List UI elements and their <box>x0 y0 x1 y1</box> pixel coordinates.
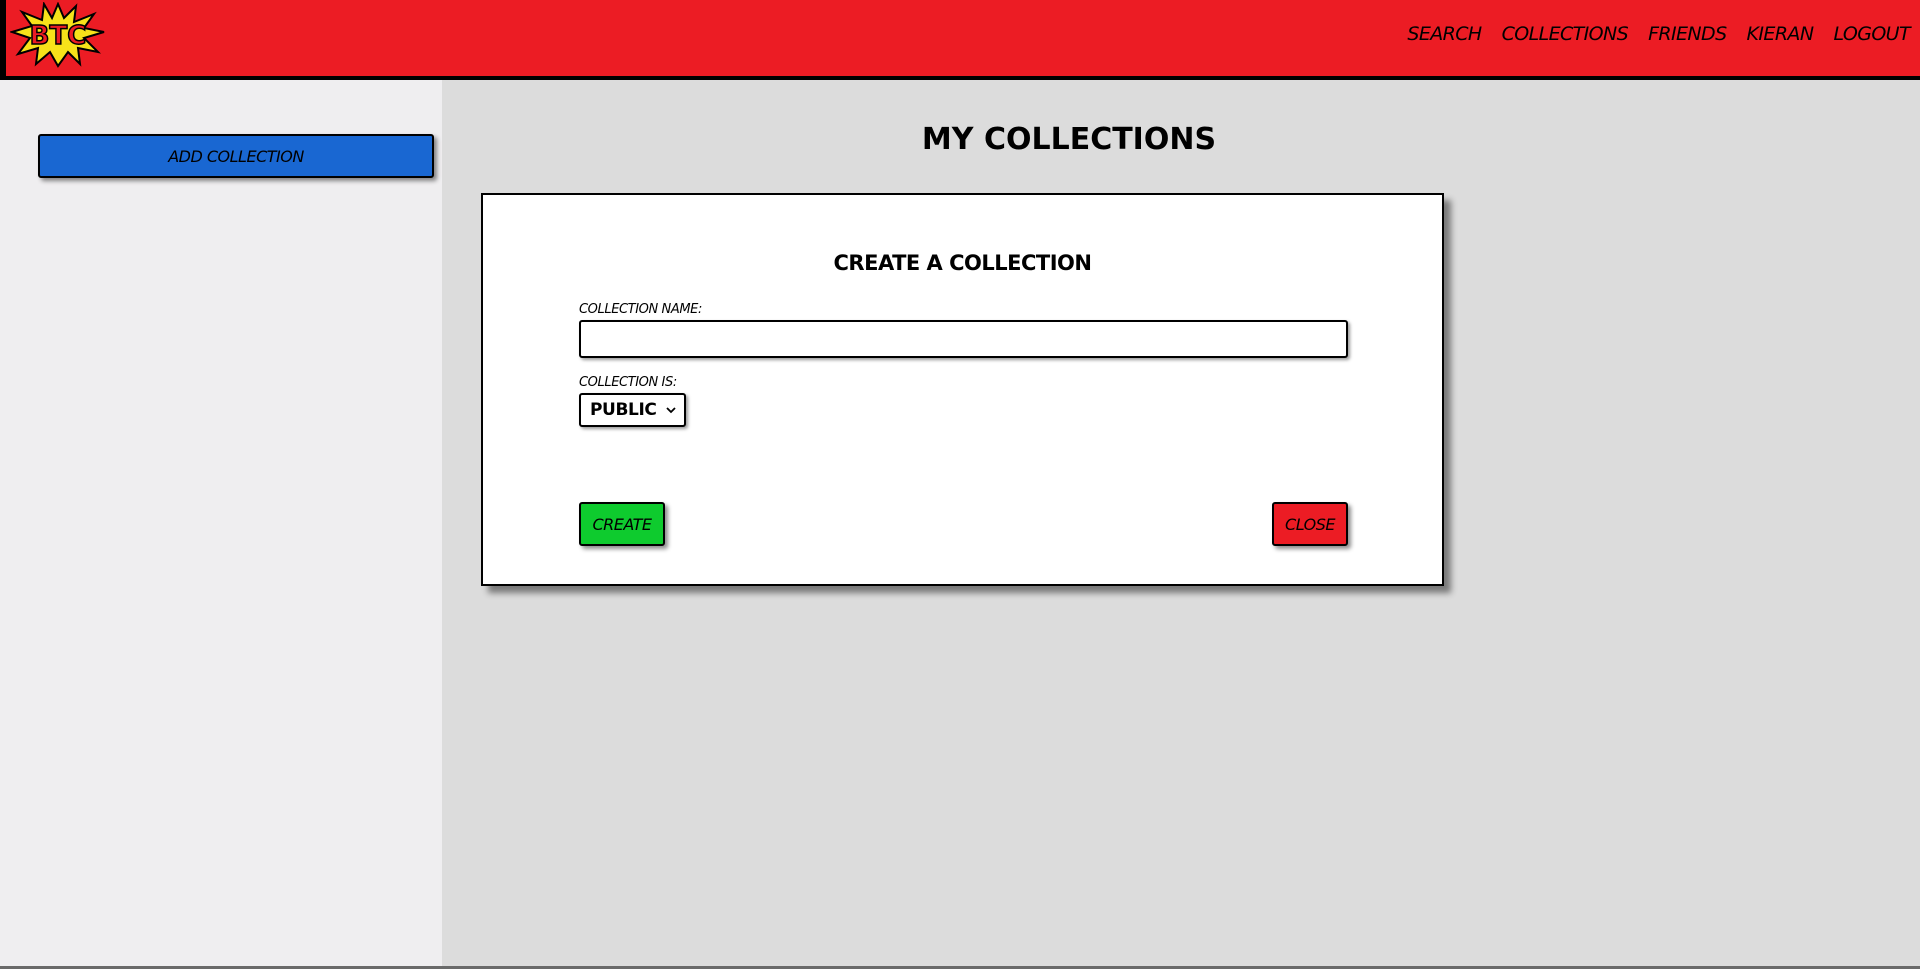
visibility-select-value: PUBLIC <box>590 400 657 420</box>
nav-logout[interactable]: LOGOUT <box>1833 20 1910 48</box>
main-content: MY COLLECTIONS CREATE A COLLECTION COLLE… <box>442 80 1920 969</box>
modal-title: CREATE A COLLECTION <box>833 251 1092 275</box>
create-collection-modal: CREATE A COLLECTION COLLECTION NAME: COL… <box>481 193 1444 586</box>
nav-collections[interactable]: COLLECTIONS <box>1502 20 1629 48</box>
chevron-down-icon <box>666 407 676 414</box>
logo-text: BTC <box>30 21 87 51</box>
collection-visibility-label: COLLECTION IS: <box>579 375 677 390</box>
page-title: MY COLLECTIONS <box>921 122 1217 157</box>
add-collection-button[interactable]: ADD COLLECTION <box>38 134 434 178</box>
collection-name-label: COLLECTION NAME: <box>579 302 702 317</box>
collection-name-input[interactable] <box>579 320 1348 358</box>
nav-friends[interactable]: FRIENDS <box>1648 20 1727 48</box>
top-header: BTC SEARCH COLLECTIONS FRIENDS KIERAN LO… <box>0 0 1920 80</box>
nav-search[interactable]: SEARCH <box>1407 20 1482 48</box>
create-button[interactable]: CREATE <box>579 502 665 546</box>
sidebar: ADD COLLECTION <box>0 80 442 969</box>
nav-user-profile[interactable]: KIERAN <box>1747 20 1814 48</box>
close-button[interactable]: CLOSE <box>1272 502 1348 546</box>
main-nav: SEARCH COLLECTIONS FRIENDS KIERAN LOGOUT <box>1407 20 1910 48</box>
visibility-select[interactable]: PUBLIC <box>579 393 686 427</box>
btc-logo[interactable]: BTC <box>10 2 106 68</box>
